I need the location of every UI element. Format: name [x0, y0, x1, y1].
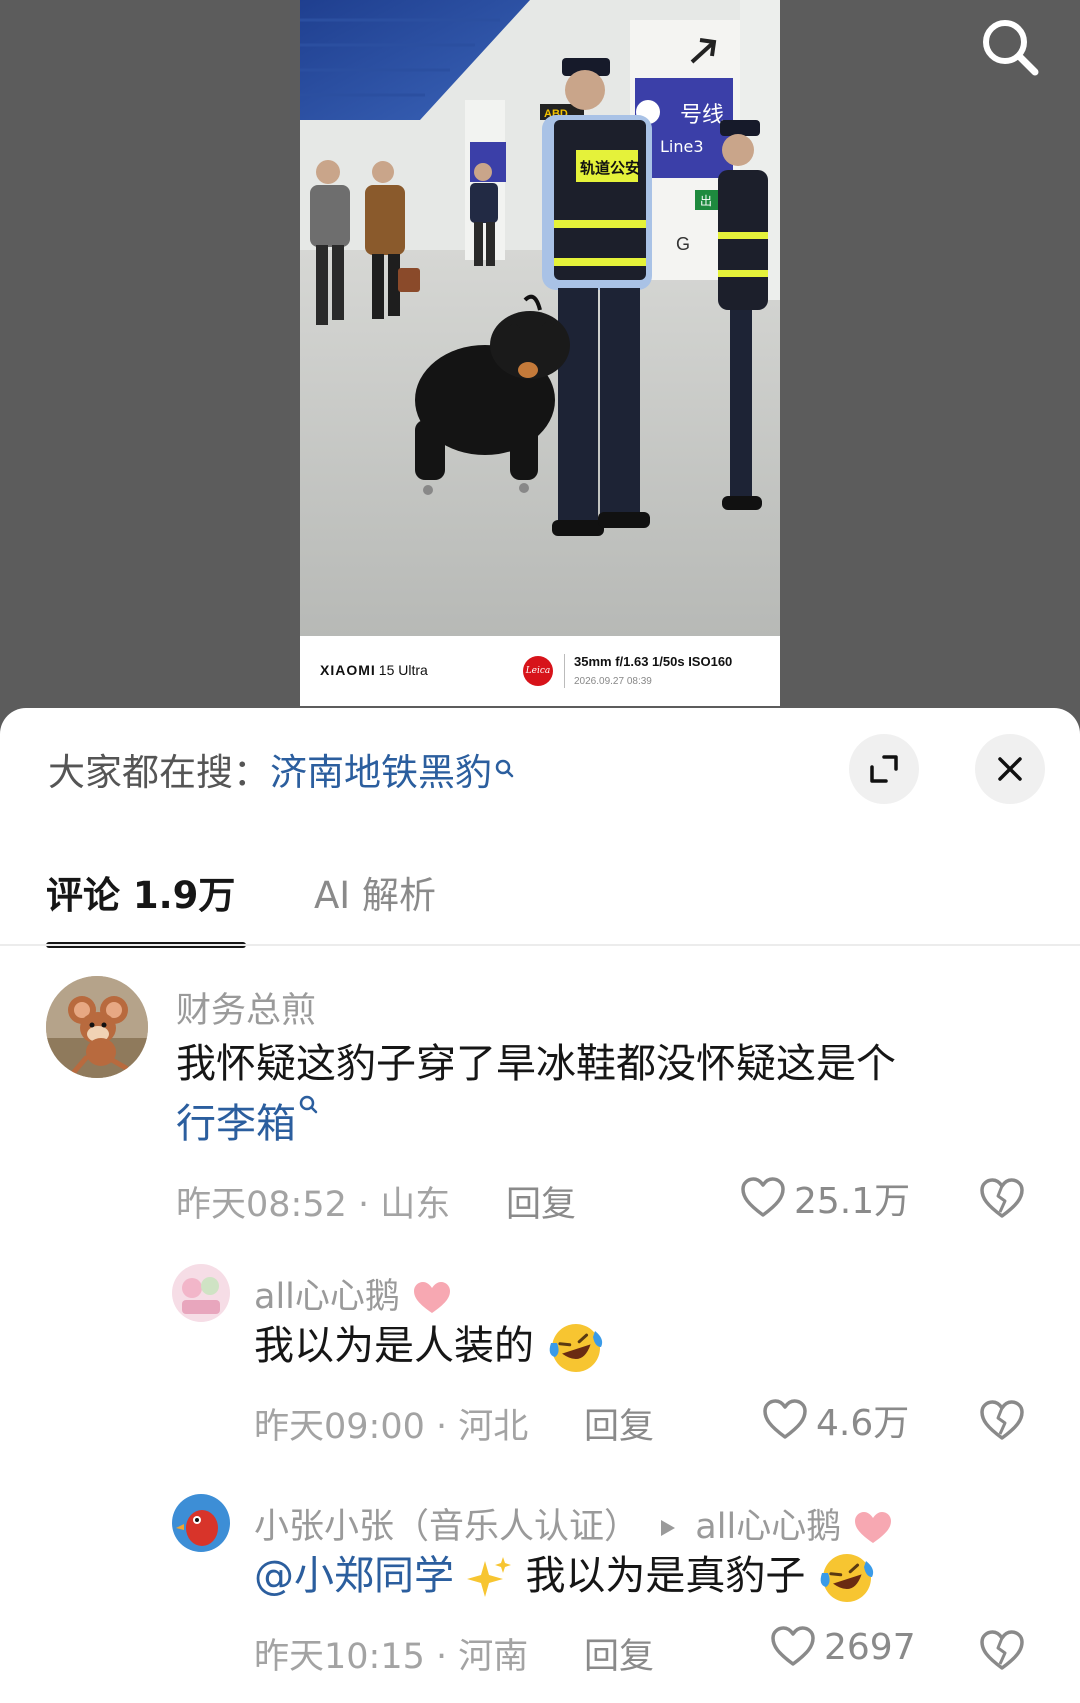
hot-search-term[interactable]: 济南地铁黑豹: [270, 742, 492, 796]
like-count: 25.1万: [794, 1181, 911, 1222]
police-officer: 轨道公安: [542, 58, 652, 536]
hot-search-prefix: 大家都在搜：: [48, 751, 270, 794]
heart-icon: [763, 1399, 807, 1439]
vest-label: 轨道公安: [580, 159, 640, 177]
expand-icon: [870, 755, 898, 783]
reply-username-text: 小张小张（音乐人认证）: [254, 1507, 640, 1547]
reply-text-plain: 我以为是真豹子: [525, 1553, 806, 1599]
broken-heart-icon[interactable]: [978, 1626, 1026, 1674]
reply-meta: 昨天10:15 · 河南: [254, 1628, 528, 1679]
close-icon: [998, 757, 1022, 781]
reply-username[interactable]: 小张小张（音乐人认证） all心心鹅: [254, 1498, 894, 1549]
reply-meta: 昨天09:00 · 河北: [254, 1398, 528, 1449]
tab-divider: [0, 944, 1080, 946]
heart-icon: [741, 1177, 785, 1217]
subway-photo: 号线 Line3 ABD 出 G 轨道公安: [300, 0, 780, 636]
meta-dot: ·: [346, 1185, 381, 1225]
reply-time: 昨天10:15: [254, 1637, 425, 1677]
laughing-crying-emoji-icon: [549, 1324, 602, 1372]
broken-heart-icon[interactable]: [978, 1396, 1026, 1444]
broken-heart-icon[interactable]: [978, 1174, 1026, 1222]
tab-ai-analysis[interactable]: AI 解析: [314, 856, 436, 936]
sign-exit: 出: [700, 194, 712, 208]
watermark-divider: [564, 654, 565, 688]
leica-logo: Leica: [523, 656, 553, 686]
avatar[interactable]: [172, 1494, 230, 1552]
search-button[interactable]: [975, 12, 1047, 84]
comment-text: 我怀疑这豹子穿了旱冰鞋都没怀疑这是个 行李箱: [176, 1034, 976, 1154]
sign-g: G: [676, 234, 690, 254]
laughing-crying-emoji-icon: [820, 1554, 874, 1602]
like-button[interactable]: 4.6万: [762, 1394, 909, 1446]
reply-text: @小郑同学 我以为是真豹子: [254, 1546, 876, 1607]
heart-icon: [771, 1626, 815, 1666]
sign-line-en: Line3: [660, 137, 704, 156]
pink-illustration-icon: [172, 1264, 230, 1322]
comment-text-plain: 我怀疑这豹子穿了旱冰鞋都没怀疑这是个: [176, 1041, 896, 1087]
video-frame[interactable]: 号线 Line3 ABD 出 G 轨道公安 XIAOMI 15 Ultra Le…: [300, 0, 780, 706]
red-bird-icon: [172, 1494, 230, 1552]
like-button[interactable]: 25.1万: [740, 1172, 910, 1224]
avatar[interactable]: [172, 1264, 230, 1322]
reply-location: 河南: [458, 1637, 529, 1677]
like-count: 4.6万: [816, 1403, 910, 1444]
mention-link[interactable]: @小郑同学: [254, 1553, 454, 1599]
photo-watermark: XIAOMI 15 Ultra Leica 35mm f/1.63 1/50s I…: [300, 636, 780, 706]
search-icon: [495, 759, 514, 778]
tab-bar: 评论 1.9万 AI 解析: [0, 856, 1080, 952]
reply-text: 我以为是人装的: [254, 1316, 605, 1377]
reply-location: 河北: [458, 1407, 529, 1447]
avatar[interactable]: [46, 976, 148, 1078]
brand-name: XIAOMI: [320, 662, 376, 678]
like-count: 2697: [824, 1626, 916, 1668]
comment-meta: 昨天08:52 · 山东: [176, 1176, 450, 1227]
comment-username[interactable]: 财务总煎: [176, 982, 316, 1033]
reply-to-username[interactable]: all心心鹅: [695, 1507, 841, 1547]
reply-button[interactable]: 回复: [584, 1398, 654, 1449]
reply-button[interactable]: 回复: [506, 1176, 576, 1227]
meta-dot: ·: [424, 1637, 459, 1677]
sparkles-icon: [466, 1557, 511, 1597]
hot-search-bar: 大家都在搜： 济南地铁黑豹: [48, 744, 516, 794]
comment-sheet: 大家都在搜： 济南地铁黑豹 评论 1.9万 AI 解析 财务总煎 我怀疑这豹子穿…: [0, 708, 1080, 1703]
brand-model: 15 Ultra: [378, 662, 428, 678]
exif-date: 2026.09.27 08:39: [574, 676, 652, 687]
reply-time: 昨天09:00: [254, 1407, 425, 1447]
comment-text-link[interactable]: 行李箱: [176, 1101, 296, 1147]
close-button[interactable]: [975, 734, 1045, 804]
like-button[interactable]: 2697: [770, 1624, 916, 1670]
exif-info: 35mm f/1.63 1/50s ISO160: [574, 654, 733, 669]
sign-line: 号线: [680, 103, 724, 128]
pink-heart-icon: [855, 1512, 892, 1543]
pink-heart-icon: [414, 1282, 451, 1313]
reply-arrow-icon: [661, 1520, 676, 1536]
reply-button[interactable]: 回复: [584, 1628, 654, 1679]
tab-comments[interactable]: 评论 1.9万: [46, 856, 235, 936]
comment-location: 山东: [380, 1185, 451, 1225]
camera-brand: XIAOMI 15 Ultra: [320, 662, 428, 678]
search-icon: [299, 1095, 318, 1114]
search-icon: [983, 20, 1039, 76]
reply-username-text: all心心鹅: [254, 1277, 400, 1317]
reply-text-plain: 我以为是人装的: [254, 1323, 534, 1369]
reply-username[interactable]: all心心鹅: [254, 1268, 453, 1319]
expand-button[interactable]: [849, 734, 919, 804]
comment-time: 昨天08:52: [176, 1185, 347, 1225]
cartoon-mouse-icon: [46, 976, 148, 1078]
meta-dot: ·: [424, 1407, 459, 1447]
